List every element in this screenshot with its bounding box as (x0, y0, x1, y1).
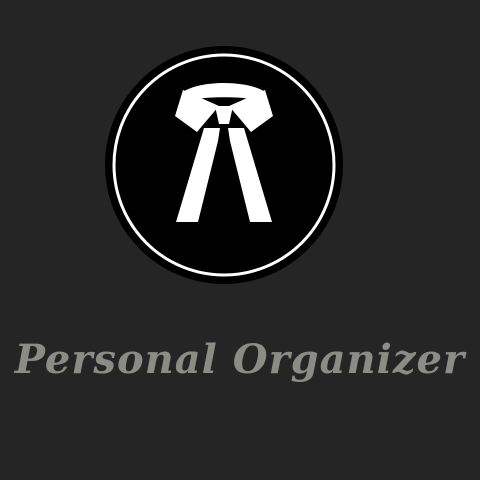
app-logo (105, 46, 343, 284)
splash-screen: Personal Organizer (0, 0, 480, 480)
app-title: Personal Organizer (14, 336, 466, 383)
logo-disc (105, 46, 343, 284)
lawyer-bands-icon (105, 46, 343, 284)
